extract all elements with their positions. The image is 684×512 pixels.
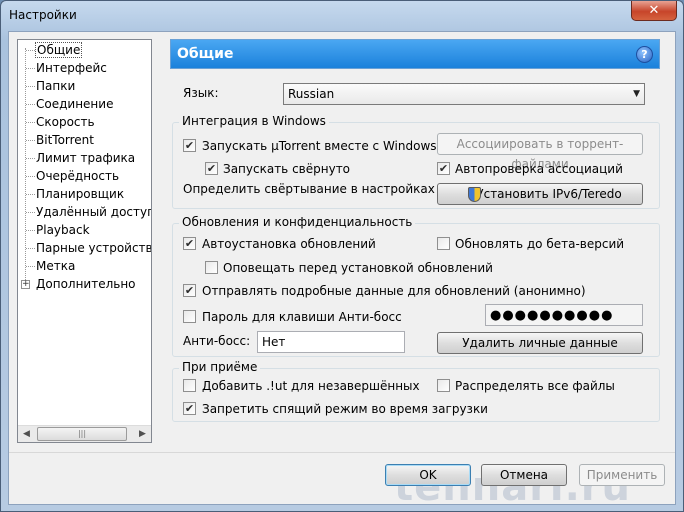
auto-check-associations-label: Автопроверка ассоциаций (455, 162, 623, 176)
beta-updates-checkbox[interactable] (437, 237, 450, 250)
expand-icon[interactable]: + (21, 280, 30, 289)
send-details-label: Отправлять подробные данные для обновлен… (202, 284, 586, 298)
apply-button[interactable]: Применить (579, 464, 665, 486)
prevent-sleep-checkbox[interactable]: ✔ (183, 402, 196, 415)
window-title: Настройки (9, 8, 77, 22)
prevent-sleep-label: Запретить спящий режим во время загрузки (202, 402, 488, 416)
preallocate-files-label: Распределять все файлы (455, 379, 615, 393)
antiboss-label: Анти-босс: (183, 334, 251, 348)
tree-connector (26, 86, 35, 87)
tree-item-label: Очерёдность (36, 169, 120, 183)
settings-window: Настройки ✕ Общие Интерфейс Папки Соединени… (0, 0, 684, 512)
tree-item[interactable]: + Дополнительно (18, 276, 151, 293)
tree-item-label: Удалённый доступ (36, 205, 152, 219)
updates-privacy-title: Обновления и конфиденциальность (179, 215, 416, 229)
tree-item-label: Скорость (36, 115, 95, 129)
tree-connector (26, 158, 35, 159)
tree-connector (26, 230, 35, 231)
tree-item[interactable]: Удалённый доступ (18, 204, 151, 221)
notify-before-update-label: Оповещать перед установкой обновлений (223, 261, 493, 275)
title-bar: Настройки ✕ (1, 1, 683, 31)
antiboss-value: Нет (262, 335, 286, 349)
tree-connector (26, 104, 35, 105)
auto-check-associations-checkbox[interactable]: ✔ (437, 162, 450, 175)
cancel-button[interactable]: Отмена (481, 464, 567, 486)
tree-item[interactable]: Очерёдность (18, 168, 151, 185)
dialog-client: Общие Интерфейс Папки Соединение Скорость Bit… (8, 31, 676, 510)
antiboss-hotkey-field[interactable]: Нет (257, 331, 405, 353)
beta-updates-label: Обновлять до бета-версий (455, 237, 625, 251)
tree-connector (26, 68, 35, 69)
install-ipv6-teredo-button[interactable]: Установить IPv6/Teredo (437, 183, 643, 205)
tree-item-label: Playback (36, 223, 90, 237)
append-ut-checkbox[interactable] (183, 379, 196, 392)
tree-item[interactable]: Общие (18, 42, 151, 59)
tree-item[interactable]: Интерфейс (18, 60, 151, 77)
tree-connector (26, 122, 35, 123)
tree-item-label: Парные устройства (36, 241, 152, 255)
tree-item-label: Общие (35, 42, 83, 58)
password-mask: ●●●●●●●●●● (490, 308, 614, 323)
tree-item[interactable]: Playback (18, 222, 151, 239)
tree-item-label: Соединение (36, 97, 114, 111)
language-select-value: Russian (288, 87, 335, 101)
close-button[interactable]: ✕ (631, 1, 677, 21)
tree-connector (26, 176, 35, 177)
tree-item[interactable]: Лимит трафика (18, 150, 151, 167)
help-icon[interactable]: ? (636, 46, 653, 63)
scroll-left-icon[interactable]: ◀ (18, 426, 35, 442)
auto-install-updates-label: Автоустановка обновлений (202, 237, 376, 251)
tree-item[interactable]: Парные устройства (18, 240, 151, 257)
footer-divider (9, 452, 675, 453)
tree-item-label: Папки (36, 79, 76, 93)
auto-install-updates-checkbox[interactable]: ✔ (183, 237, 196, 250)
associate-torrent-button[interactable]: Ассоциировать в торрент-файлами (437, 133, 643, 171)
tree-item-label: Планировщик (36, 187, 125, 201)
start-with-windows-label: Запускать µTorrent вместе с Windows (202, 139, 437, 153)
ok-button[interactable]: OK (385, 464, 471, 486)
tree-connector (26, 50, 35, 51)
send-details-checkbox[interactable]: ✔ (183, 284, 196, 297)
tree-connector (26, 248, 35, 249)
panel-header: Общие ? (170, 39, 660, 69)
language-select[interactable]: Russian ▼ (283, 83, 645, 105)
boss-password-checkbox[interactable] (183, 310, 196, 323)
append-ut-label: Добавить .!ut для незавершённых (202, 379, 420, 393)
on-receive-title: При приёме (179, 360, 261, 374)
start-with-windows-checkbox[interactable]: ✔ (183, 139, 196, 152)
tree-horizontal-scrollbar[interactable]: ◀ ||| ▶ (18, 425, 151, 442)
tree-item-label: Дополнительно (36, 277, 136, 291)
tree-item[interactable]: Метка (18, 258, 151, 275)
tree-item[interactable]: BitTorrent (18, 132, 151, 149)
tree-item-label: BitTorrent (36, 133, 94, 147)
define-minimize-label: Определить свёртывание в настройках (183, 182, 435, 196)
notify-before-update-checkbox[interactable] (205, 261, 218, 274)
scroll-right-icon[interactable]: ▶ (134, 426, 151, 442)
tree-item[interactable]: Соединение (18, 96, 151, 113)
tree-connector (26, 194, 35, 195)
settings-tree[interactable]: Общие Интерфейс Папки Соединение Скорость Bit… (17, 39, 152, 443)
uac-shield-icon (468, 187, 481, 202)
tree-item[interactable]: Планировщик (18, 186, 151, 203)
windows-integration-title: Интеграция в Windows (179, 114, 329, 128)
preallocate-files-checkbox[interactable] (437, 379, 450, 392)
tree-item[interactable]: Папки (18, 78, 151, 95)
tree-item[interactable]: Скорость (18, 114, 151, 131)
tree-connector (26, 212, 35, 213)
tree-item-label: Метка (36, 259, 76, 273)
tree-item-label: Интерфейс (36, 61, 107, 75)
install-ipv6-teredo-label: Установить IPv6/Teredo (476, 187, 622, 201)
delete-private-data-button[interactable]: Удалить личные данные (437, 332, 643, 354)
scroll-thumb[interactable]: ||| (37, 427, 127, 441)
tree-connector (26, 140, 35, 141)
start-minimized-checkbox[interactable]: ✔ (205, 162, 218, 175)
boss-password-label: Пароль для клавиши Анти-босс (202, 310, 402, 324)
start-minimized-label: Запускать свёрнуто (223, 162, 351, 176)
boss-password-field[interactable]: ●●●●●●●●●● (485, 304, 643, 326)
chevron-down-icon: ▼ (633, 89, 640, 99)
panel-title: Общие (177, 46, 234, 62)
tree-item-label: Лимит трафика (36, 151, 136, 165)
tree-connector (26, 266, 35, 267)
language-label: Язык: (183, 86, 219, 100)
